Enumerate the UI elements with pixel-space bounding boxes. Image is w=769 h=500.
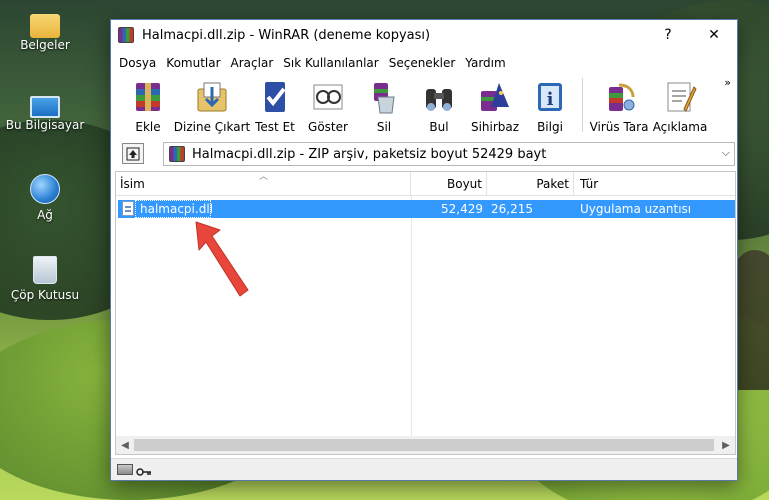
wizard-icon [477,79,513,115]
toolbar-comment-button[interactable]: Açıklama [649,76,711,134]
toolbar-view-button[interactable]: Göster [300,76,356,134]
computer-icon [30,96,60,118]
winrar-icon [118,27,134,43]
file-packed-size: 26,215 [491,202,533,216]
chevron-down-icon[interactable]: ⌵ [722,146,730,160]
help-button[interactable]: ? [645,20,691,50]
archive-icon [169,146,185,162]
menu-commands[interactable]: Komutlar [161,56,225,70]
toolbar-label: Bilgi [537,120,563,134]
toolbar: Ekle Dizine Çıkart Test Et Göster Sil Bu… [111,76,737,134]
desktop-icon-label: Çöp Kutusu [10,288,80,302]
toolbar-test-button[interactable]: Test Et [250,76,300,134]
drive-icon[interactable] [117,464,133,475]
virus-scan-icon [601,79,637,115]
file-row-selected[interactable]: halmacpi.dll 52,429 26,215 Uygulama uzan… [118,200,735,218]
toolbar-label: Göster [308,120,348,134]
toolbar-label: Dizine Çıkart [173,120,251,134]
menu-favorites[interactable]: Sık Kullanılanlar [278,56,383,70]
toolbar-find-button[interactable]: Bul [412,76,466,134]
window-title: Halmacpi.dll.zip - WinRAR (deneme kopyas… [142,27,431,43]
toolbar-label: Bul [429,120,449,134]
desktop-icon-documents[interactable]: Belgeler [5,10,85,52]
test-icon [257,79,293,115]
scrollbar-thumb[interactable] [134,439,714,451]
file-name: halmacpi.dll [140,202,213,216]
desktop-icon-this-pc[interactable]: Bu Bilgisayar [5,92,85,132]
file-list-header: ︿ İsim Boyut Paket Tür [116,172,735,196]
title-bar[interactable]: Halmacpi.dll.zip - WinRAR (deneme kopyas… [111,20,737,50]
toolbar-separator [582,78,583,132]
up-arrow-icon [126,147,140,160]
file-type: Uygulama uzantısı [580,202,692,216]
svg-text:i: i [547,89,554,110]
dll-file-icon [122,201,134,216]
add-archive-icon [130,79,166,115]
menu-help[interactable]: Yardım [460,56,510,70]
close-button[interactable]: ✕ [691,20,737,50]
toolbar-label: Test Et [255,120,295,134]
toolbar-label: Sihirbaz [470,120,520,134]
column-header-size[interactable]: Boyut [411,172,487,196]
toolbar-label: Açıklama [652,120,708,134]
toolbar-label: Sil [376,120,392,134]
toolbar-label: Virüs Tara [589,120,649,134]
scroll-left-button[interactable]: ◀ [116,436,134,454]
toolbar-wizard-button[interactable]: Sihirbaz [466,76,524,134]
extract-to-icon [194,79,230,115]
address-bar: Halmacpi.dll.zip - ZIP arşiv, paketsiz b… [111,141,737,167]
column-header-name[interactable]: İsim [116,172,411,196]
toolbar-add-button[interactable]: Ekle [122,76,174,134]
desktop-icon-label: Ağ [37,208,53,222]
menu-bar: Dosya Komutlar Araçlar Sık Kullanılanlar… [111,53,737,73]
network-icon [30,174,60,204]
background-tree [735,250,769,390]
toolbar-delete-button[interactable]: Sil [356,76,412,134]
red-arrow-annotation [195,221,249,297]
archive-path-text: Halmacpi.dll.zip - ZIP arşiv, paketsiz b… [192,146,547,162]
desktop-icon-recycle-bin[interactable]: Çöp Kutusu [5,256,85,302]
status-bar [111,458,737,480]
column-header-type[interactable]: Tür [574,172,735,196]
scroll-right-button[interactable]: ▶ [717,436,735,454]
toolbar-extract-button[interactable]: Dizine Çıkart [174,76,250,134]
menu-file[interactable]: Dosya [114,56,161,70]
menu-tools[interactable]: Araçlar [226,56,279,70]
folder-icon [30,14,60,38]
desktop-icon-label: Belgeler [20,38,70,52]
file-list[interactable]: ︿ İsim Boyut Paket Tür halmacpi.dll 52,4… [115,171,736,455]
archive-path-field[interactable]: Halmacpi.dll.zip - ZIP arşiv, paketsiz b… [163,142,735,166]
file-size: 52,429 [441,202,483,216]
info-icon: i [532,79,568,115]
find-icon [421,79,457,115]
desktop-icon-label: Bu Bilgisayar [5,118,85,132]
toolbar-info-button[interactable]: i Bilgi [524,76,576,134]
desktop-icon-network[interactable]: Ağ [5,174,85,222]
horizontal-scrollbar[interactable]: ◀ ▶ [116,436,735,454]
column-header-packed[interactable]: Paket [487,172,574,196]
delete-icon [366,79,402,115]
column-divider [411,196,412,436]
up-folder-button[interactable] [122,143,144,164]
key-icon[interactable] [136,465,152,476]
recycle-bin-icon [33,256,57,284]
toolbar-virus-scan-button[interactable]: Virüs Tara [589,76,649,134]
menu-options[interactable]: Seçenekler [384,56,461,70]
view-icon [310,79,346,115]
toolbar-overflow-button[interactable]: » [724,76,731,89]
toolbar-label: Ekle [135,120,161,134]
comment-icon [662,79,698,115]
